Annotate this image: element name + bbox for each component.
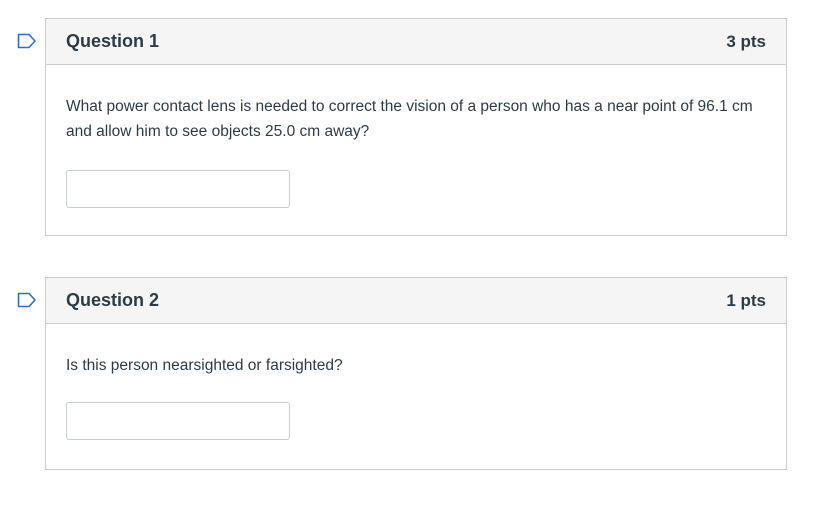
quiz-page: Question 1 3 pts What power contact lens…	[0, 0, 839, 515]
flag-question-2-icon[interactable]	[17, 292, 37, 308]
flag-question-1-icon[interactable]	[17, 33, 37, 49]
question-1-points: 3 pts	[726, 31, 766, 51]
question-1-answer-input[interactable]	[66, 170, 290, 208]
question-2-points: 1 pts	[726, 290, 766, 310]
question-1-card: Question 1 3 pts What power contact lens…	[45, 18, 787, 236]
question-2-card: Question 2 1 pts Is this person nearsigh…	[45, 277, 787, 470]
question-1-text: What power contact lens is needed to cor…	[66, 98, 753, 140]
question-1-title: Question 1	[66, 31, 160, 51]
question-2-header: Question 2 1 pts	[46, 278, 786, 324]
question-2-body: Is this person nearsighted or farsighted…	[46, 353, 786, 440]
question-1-body: What power contact lens is needed to cor…	[46, 94, 786, 208]
question-1-header: Question 1 3 pts	[46, 19, 786, 65]
question-2-answer-input[interactable]	[66, 402, 290, 440]
question-2-title: Question 2	[66, 290, 160, 310]
question-2-text: Is this person nearsighted or farsighted…	[66, 357, 343, 374]
